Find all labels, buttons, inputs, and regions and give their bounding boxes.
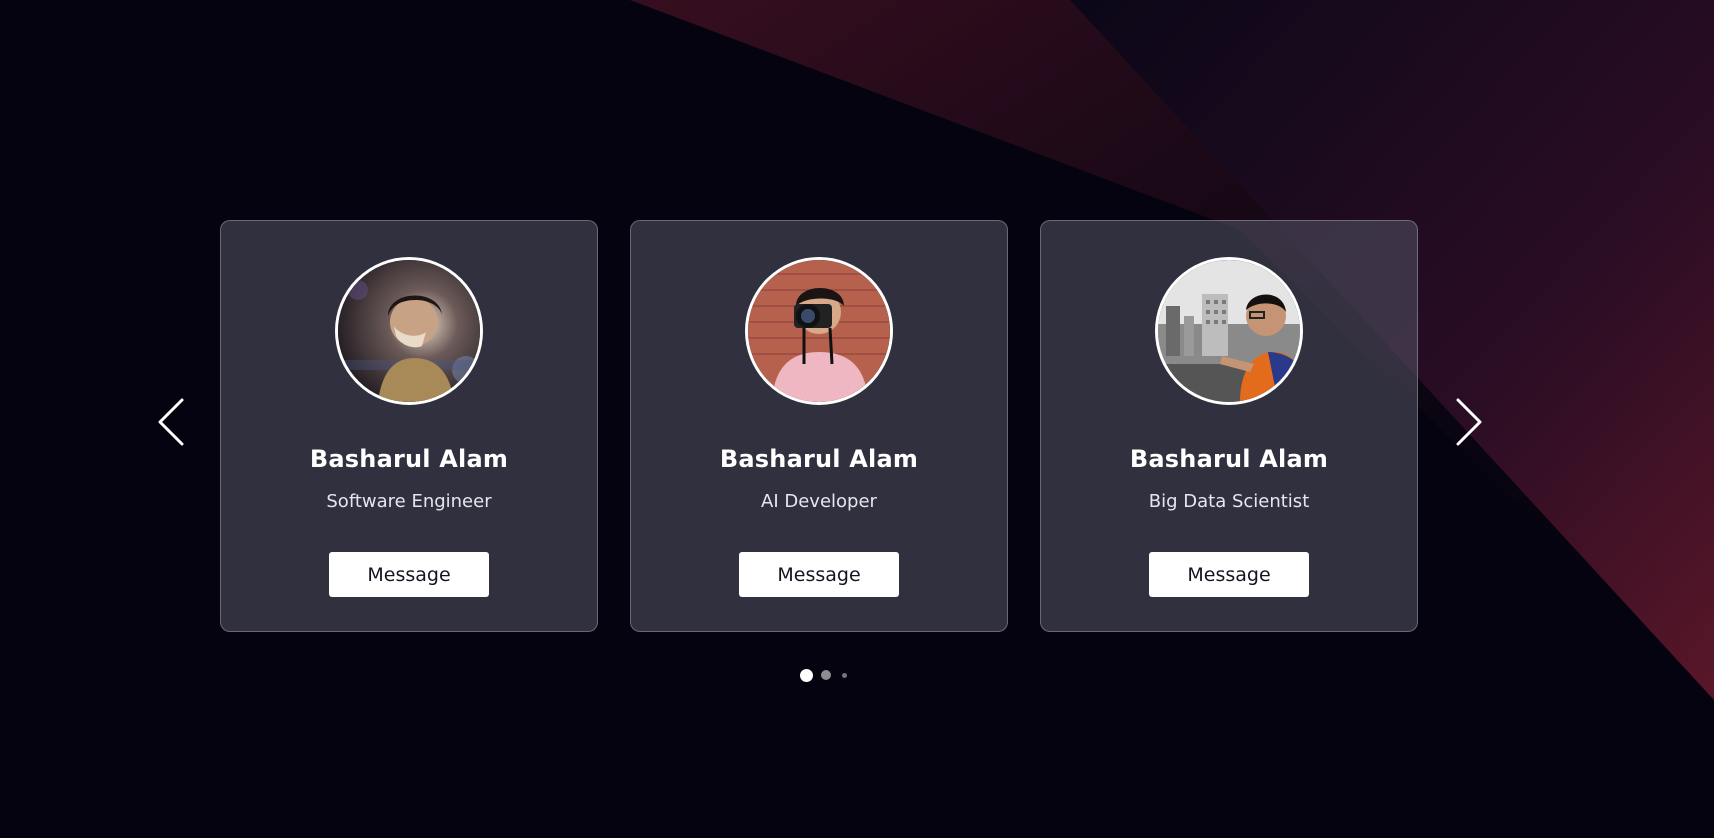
avatar [1155, 257, 1303, 405]
profile-name: Basharul Alam [719, 445, 919, 473]
carousel-pagination [800, 666, 847, 684]
pagination-dot-active[interactable] [800, 668, 813, 682]
profile-card: Basharul Alam Software Engineer Message [220, 220, 598, 632]
profile-role: AI Developer [761, 491, 877, 512]
pagination-dot[interactable] [842, 672, 847, 678]
avatar [745, 257, 893, 405]
message-button[interactable]: Message [329, 552, 489, 597]
profile-name: Basharul Alam [1129, 445, 1329, 473]
profile-name: Basharul Alam [309, 445, 509, 473]
chevron-left-icon [158, 398, 184, 446]
carousel-prev-button[interactable] [154, 396, 194, 448]
profile-card: Basharul Alam AI Developer Message [630, 220, 1008, 632]
message-button[interactable]: Message [1149, 552, 1309, 597]
chevron-right-icon [1456, 398, 1482, 446]
carousel-next-button[interactable] [1446, 396, 1486, 448]
message-button[interactable]: Message [739, 552, 899, 597]
profile-role: Big Data Scientist [1148, 491, 1310, 512]
profile-role: Software Engineer [326, 491, 492, 512]
profile-card: Basharul Alam Big Data Scientist Message [1040, 220, 1418, 632]
profile-carousel: Basharul Alam Software Engineer Message [0, 0, 1714, 838]
avatar [335, 257, 483, 405]
pagination-dot[interactable] [821, 670, 831, 680]
